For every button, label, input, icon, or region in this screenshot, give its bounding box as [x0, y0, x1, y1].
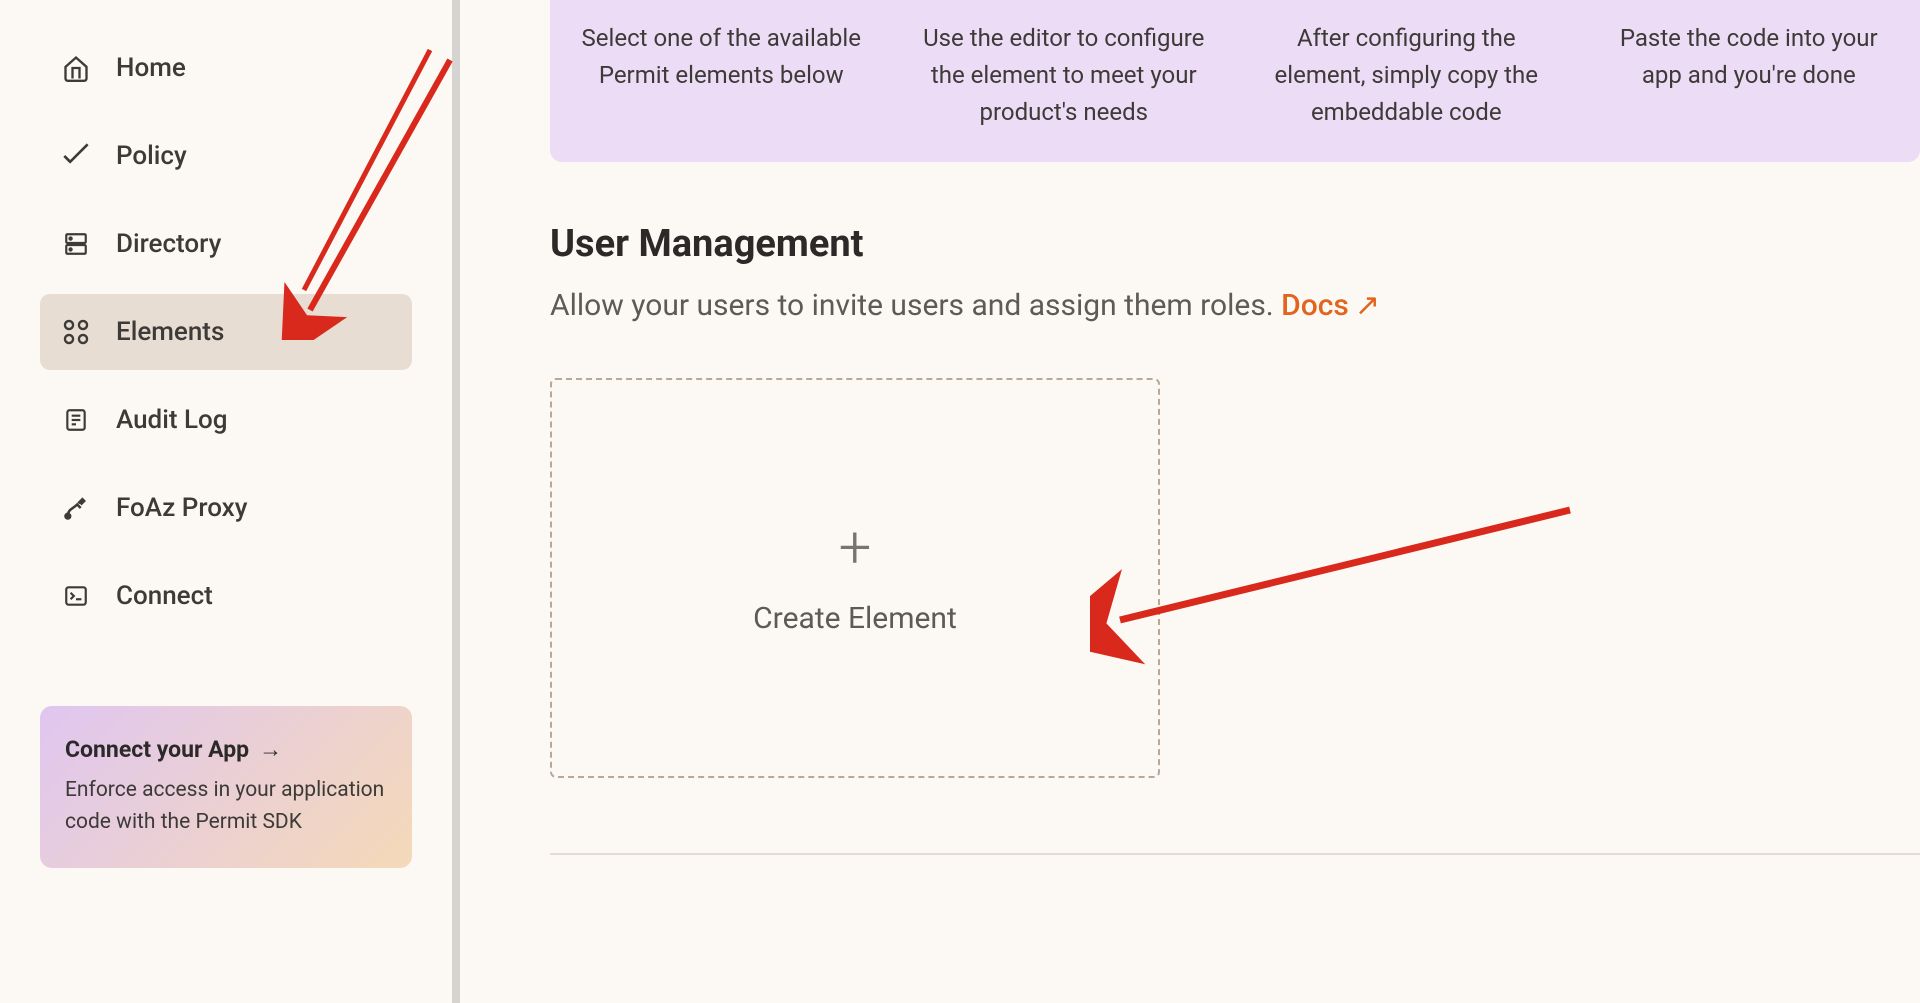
foaz-proxy-icon: [60, 492, 92, 524]
step-3: After configuring the element, simply co…: [1255, 20, 1558, 132]
audit-log-icon: [60, 404, 92, 436]
sidebar-item-label: Elements: [116, 317, 224, 347]
policy-icon: [60, 140, 92, 172]
home-icon: [60, 52, 92, 84]
sidebar-item-label: Policy: [116, 141, 187, 171]
step-4: Paste the code into your app and you're …: [1598, 20, 1901, 132]
connect-app-card[interactable]: Connect your App → Enforce access in you…: [40, 706, 412, 868]
sidebar-item-foaz-proxy[interactable]: FoAz Proxy: [40, 470, 412, 546]
main-content: Select one of the available Permit eleme…: [460, 0, 1920, 1003]
sidebar-item-policy[interactable]: Policy: [40, 118, 412, 194]
sidebar: Home Policy Directory Elements Audit Log: [0, 0, 460, 1003]
connect-app-desc: Enforce access in your application code …: [65, 775, 387, 838]
create-element-card[interactable]: + Create Element: [550, 378, 1160, 778]
sidebar-item-label: Directory: [116, 229, 221, 259]
sidebar-item-home[interactable]: Home: [40, 30, 412, 106]
sidebar-item-elements[interactable]: Elements: [40, 294, 412, 370]
sidebar-item-directory[interactable]: Directory: [40, 206, 412, 282]
connect-app-title: Connect your App →: [65, 736, 282, 763]
elements-icon: [60, 316, 92, 348]
create-element-label: Create Element: [753, 601, 957, 636]
step-2: Use the editor to configure the element …: [913, 20, 1216, 132]
sidebar-item-label: FoAz Proxy: [116, 493, 248, 523]
arrow-right-icon: →: [259, 736, 282, 763]
plus-icon: +: [839, 519, 872, 577]
sidebar-item-label: Connect: [116, 581, 213, 611]
docs-link[interactable]: Docs ↗: [1281, 288, 1380, 323]
section-desc: Allow your users to invite users and ass…: [550, 288, 1920, 323]
section-divider: [550, 853, 1920, 855]
directory-icon: [60, 228, 92, 260]
sidebar-item-audit-log[interactable]: Audit Log: [40, 382, 412, 458]
nav-list: Home Policy Directory Elements Audit Log: [40, 30, 412, 646]
section-title: User Management: [550, 222, 1920, 266]
sidebar-item-label: Audit Log: [116, 405, 228, 435]
step-1: Select one of the available Permit eleme…: [570, 20, 873, 132]
sidebar-item-connect[interactable]: Connect: [40, 558, 412, 634]
sidebar-item-label: Home: [116, 53, 186, 83]
connect-icon: [60, 580, 92, 612]
external-link-icon: ↗: [1355, 288, 1380, 323]
steps-banner: Select one of the available Permit eleme…: [550, 0, 1920, 162]
